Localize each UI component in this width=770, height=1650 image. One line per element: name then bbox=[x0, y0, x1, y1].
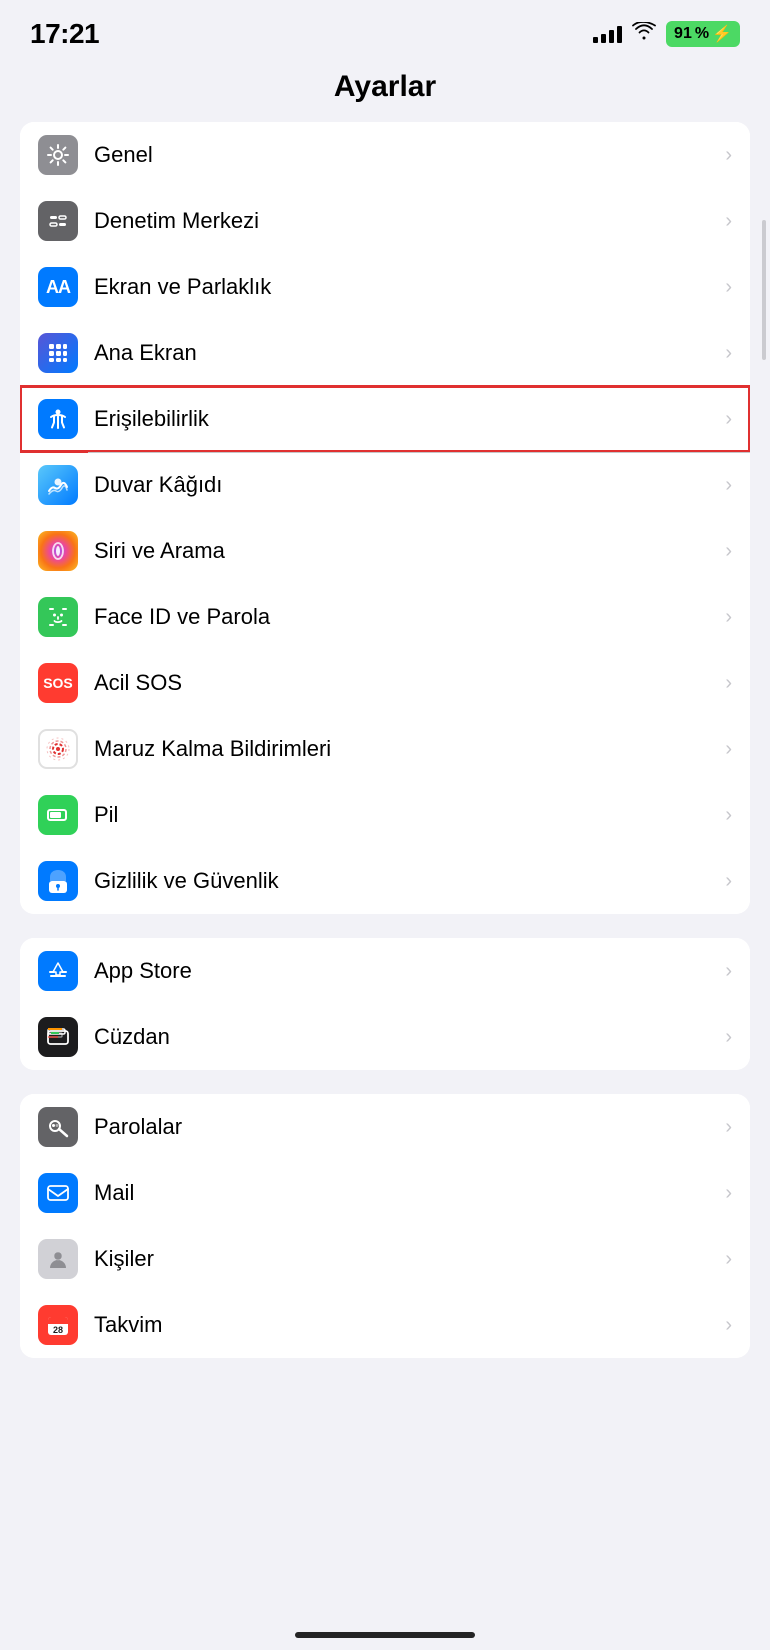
settings-item-parolalar[interactable]: Parolalar › bbox=[20, 1094, 750, 1160]
duvar-chevron: › bbox=[725, 474, 732, 497]
status-bar: 17:21 91%⚡ bbox=[0, 0, 770, 60]
settings-item-kisiler[interactable]: Kişiler › bbox=[20, 1226, 750, 1292]
pil-chevron: › bbox=[725, 804, 732, 827]
app-store-label: App Store bbox=[94, 958, 725, 984]
siri-label: Siri ve Arama bbox=[94, 538, 725, 564]
cuzdan-label: Cüzdan bbox=[94, 1024, 725, 1050]
mail-icon bbox=[38, 1173, 78, 1213]
gizlilik-label: Gizlilik ve Güvenlik bbox=[94, 868, 725, 894]
denetim-chevron: › bbox=[725, 210, 732, 233]
ekran-icon: AA bbox=[38, 267, 78, 307]
erisilebilirlik-label: Erişilebilirlik bbox=[94, 406, 725, 432]
kisiler-icon bbox=[38, 1239, 78, 1279]
face-id-chevron: › bbox=[725, 606, 732, 629]
wifi-icon bbox=[632, 22, 656, 46]
settings-item-mail[interactable]: Mail › bbox=[20, 1160, 750, 1226]
mail-chevron: › bbox=[725, 1182, 732, 1205]
erisilebilirlik-icon bbox=[38, 399, 78, 439]
page-title: Ayarlar bbox=[0, 60, 770, 122]
kisiler-label: Kişiler bbox=[94, 1246, 725, 1272]
cuzdan-chevron: › bbox=[725, 1026, 732, 1049]
ekran-chevron: › bbox=[725, 276, 732, 299]
mail-label: Mail bbox=[94, 1180, 725, 1206]
erisilebilirlik-chevron: › bbox=[725, 408, 732, 431]
acil-sos-chevron: › bbox=[725, 672, 732, 695]
takvim-icon: 28 bbox=[38, 1305, 78, 1345]
status-time: 17:21 bbox=[30, 18, 99, 50]
kisiler-chevron: › bbox=[725, 1248, 732, 1271]
denetim-label: Denetim Merkezi bbox=[94, 208, 725, 234]
ana-ekran-chevron: › bbox=[725, 342, 732, 365]
gizlilik-icon bbox=[38, 861, 78, 901]
settings-item-siri[interactable]: Siri ve Arama › bbox=[20, 518, 750, 584]
home-indicator bbox=[295, 1632, 475, 1638]
acil-sos-icon: SOS bbox=[38, 663, 78, 703]
parolalar-chevron: › bbox=[725, 1116, 732, 1139]
settings-item-maruz-kalma[interactable]: Maruz Kalma Bildirimleri › bbox=[20, 716, 750, 782]
takvim-chevron: › bbox=[725, 1314, 732, 1337]
maruz-chevron: › bbox=[725, 738, 732, 761]
genel-icon bbox=[38, 135, 78, 175]
scrollbar[interactable] bbox=[762, 220, 766, 360]
settings-item-app-store[interactable]: App Store › bbox=[20, 938, 750, 1004]
face-id-label: Face ID ve Parola bbox=[94, 604, 725, 630]
settings-section-3: Parolalar › Mail › Kişiler › bbox=[20, 1094, 750, 1358]
genel-label: Genel bbox=[94, 142, 725, 168]
duvar-label: Duvar Kâğıdı bbox=[94, 472, 725, 498]
battery-indicator: 91%⚡ bbox=[666, 21, 740, 47]
ana-ekran-icon bbox=[38, 333, 78, 373]
pil-icon bbox=[38, 795, 78, 835]
acil-sos-label: Acil SOS bbox=[94, 670, 725, 696]
settings-item-takvim[interactable]: 28 Takvim › bbox=[20, 1292, 750, 1358]
settings-item-ana-ekran[interactable]: Ana Ekran › bbox=[20, 320, 750, 386]
maruz-icon bbox=[38, 729, 78, 769]
parolalar-icon bbox=[38, 1107, 78, 1147]
siri-chevron: › bbox=[725, 540, 732, 563]
settings-item-erisilebilirlik[interactable]: Erişilebilirlik › bbox=[20, 386, 750, 452]
siri-icon bbox=[38, 531, 78, 571]
face-id-icon bbox=[38, 597, 78, 637]
settings-section-2: App Store › Cüzdan › bbox=[20, 938, 750, 1070]
signal-icon bbox=[593, 25, 622, 43]
settings-item-acil-sos[interactable]: SOS Acil SOS › bbox=[20, 650, 750, 716]
denetim-icon bbox=[38, 201, 78, 241]
ana-ekran-label: Ana Ekran bbox=[94, 340, 725, 366]
settings-item-denetim-merkezi[interactable]: Denetim Merkezi › bbox=[20, 188, 750, 254]
gizlilik-chevron: › bbox=[725, 870, 732, 893]
settings-item-ekran[interactable]: AA Ekran ve Parlaklık › bbox=[20, 254, 750, 320]
maruz-label: Maruz Kalma Bildirimleri bbox=[94, 736, 725, 762]
status-icons: 91%⚡ bbox=[593, 21, 740, 47]
app-store-icon bbox=[38, 951, 78, 991]
parolalar-label: Parolalar bbox=[94, 1114, 725, 1140]
settings-item-genel[interactable]: Genel › bbox=[20, 122, 750, 188]
pil-label: Pil bbox=[94, 802, 725, 828]
ekran-label: Ekran ve Parlaklık bbox=[94, 274, 725, 300]
takvim-label: Takvim bbox=[94, 1312, 725, 1338]
app-store-chevron: › bbox=[725, 960, 732, 983]
settings-item-gizlilik[interactable]: Gizlilik ve Güvenlik › bbox=[20, 848, 750, 914]
settings-section-1: Genel › Denetim Merkezi › AA Ekran ve Pa… bbox=[20, 122, 750, 914]
duvar-icon bbox=[38, 465, 78, 505]
cuzdan-icon bbox=[38, 1017, 78, 1057]
settings-item-pil[interactable]: Pil › bbox=[20, 782, 750, 848]
genel-chevron: › bbox=[725, 144, 732, 167]
svg-text:28: 28 bbox=[53, 1325, 63, 1335]
settings-item-duvar-kagidi[interactable]: Duvar Kâğıdı › bbox=[20, 452, 750, 518]
settings-item-face-id[interactable]: Face ID ve Parola › bbox=[20, 584, 750, 650]
settings-item-cuzdan[interactable]: Cüzdan › bbox=[20, 1004, 750, 1070]
